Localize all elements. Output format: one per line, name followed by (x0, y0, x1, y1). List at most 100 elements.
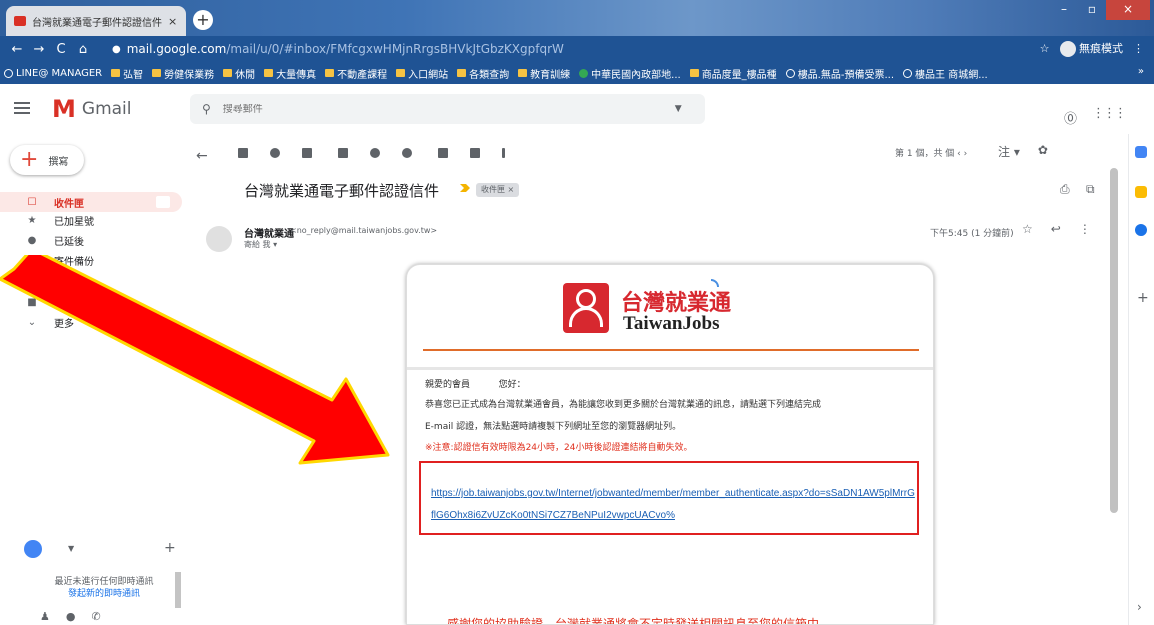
labels-icon[interactable] (469, 148, 480, 158)
sidebar-item[interactable]: ➤ 寄件備份 (0, 250, 94, 270)
bookmark-item[interactable]: 樓品.無品-預備受票... (785, 66, 895, 81)
more-actions-icon[interactable] (501, 148, 505, 158)
delete-icon[interactable] (301, 148, 312, 158)
thank-you-text: 感謝您的協助驗證，台灣就業通將會不定時發送相關訊息至您的信箱中。 (447, 617, 832, 625)
sidebar-item-label: 草稿 (54, 276, 74, 288)
bookmark-item[interactable]: 商品度量_樓品種 (689, 66, 777, 81)
hangouts-empty-message: 最近未進行任何即時通訊 發起新的即時通訊 (34, 576, 174, 600)
body-paragraph: 恭喜您已正式成為台灣就業通會員，為能讓您收到更多關於台灣就業通的訊息，請點選下列… (425, 400, 822, 410)
reload-button[interactable]: C (50, 42, 72, 57)
hangouts-icon[interactable]: ● (66, 610, 76, 623)
open-new-window-icon[interactable]: ⧉ (1086, 182, 1095, 197)
phone-icon[interactable]: ✆ (91, 610, 100, 623)
more-options-icon[interactable]: ⋮ (1079, 222, 1091, 236)
compose-button[interactable]: + 撰寫 (10, 145, 84, 175)
folder-icon (264, 69, 274, 77)
email-body: 台灣就業通 TaiwanJobs 親愛的會員 您好： 恭喜您已正式成為台灣就業通… (406, 264, 934, 625)
bookmarks-overflow-icon[interactable]: » (1138, 66, 1144, 77)
bookmark-item[interactable]: 樓品王 商城網... (903, 66, 988, 81)
hangouts-scrollbar[interactable] (175, 572, 181, 608)
minimize-button[interactable]: – (1050, 0, 1078, 20)
sidebar-item[interactable]: ■ Notes (0, 292, 83, 312)
snooze-icon[interactable] (369, 148, 380, 158)
forward-button[interactable]: → (28, 42, 50, 57)
message-toolbar: ← (196, 142, 1126, 164)
search-options-icon[interactable]: ▼ (675, 104, 682, 114)
message-scrollbar[interactable] (1110, 168, 1118, 513)
sidebar-item[interactable]: ☐ 收件匣 (0, 192, 182, 212)
tasks-icon[interactable] (1135, 224, 1147, 236)
tab-title: 台灣就業通電子郵件認證信件 - (32, 17, 162, 29)
gmail-logo[interactable]: M Gmail (52, 97, 132, 121)
bookmark-item[interactable]: 大量傳真 (264, 66, 316, 81)
back-to-inbox-icon[interactable]: ← (196, 148, 208, 164)
apps-grid-icon[interactable]: ⋮⋮⋮ (1092, 106, 1127, 121)
inbox-label-chip[interactable]: 收件匣 × (476, 183, 520, 197)
sidebar-item[interactable]: ⌄ 更多 (0, 312, 74, 332)
maximize-button[interactable]: ▫ (1078, 0, 1106, 20)
sidebar-item-label: Notes (54, 296, 83, 308)
avatar[interactable] (24, 540, 42, 558)
search-input[interactable] (222, 103, 663, 115)
bookmark-item[interactable]: 入口網站 (396, 66, 448, 81)
bookmark-item[interactable]: 不動產課程 (325, 66, 387, 81)
print-icon[interactable]: ⎙ (1060, 182, 1070, 197)
settings-gear-icon[interactable]: ✿ (1038, 143, 1048, 160)
pagination-info[interactable]: 第 1 個，共 個 ‹ › (895, 146, 967, 159)
calendar-icon[interactable] (1135, 146, 1147, 158)
verification-link[interactable]: https://job.taiwanjobs.gov.tw/Internet/j… (431, 483, 915, 527)
main-menu-icon[interactable] (14, 102, 30, 117)
clock-icon: ● (27, 234, 37, 246)
new-chat-icon[interactable]: + (164, 540, 176, 556)
sidebar-item[interactable]: ● 已延後 (0, 230, 84, 250)
compose-plus-icon: + (20, 147, 39, 172)
bookmark-item[interactable]: 教育訓練 (518, 66, 570, 81)
recipient-details[interactable]: 寄給 我 ▾ (244, 239, 277, 250)
report-spam-icon[interactable] (269, 148, 280, 158)
bookmark-star-icon[interactable]: ☆ (1040, 42, 1050, 55)
bookmark-item[interactable]: 弘智 (111, 66, 143, 81)
archive-icon[interactable] (237, 148, 248, 158)
url-host: mail.google.com (126, 42, 227, 56)
browser-menu-icon[interactable]: ⋮ (1133, 42, 1144, 55)
tab-close-icon[interactable]: × (168, 15, 177, 28)
close-window-button[interactable]: × (1106, 0, 1150, 20)
sidebar-item[interactable]: ■ 草稿 (0, 270, 74, 290)
reply-icon[interactable]: ↩ (1051, 222, 1061, 236)
expiry-notice: ※注意:認證信有效時限為24小時，24小時後認證連結將自動失效。 (425, 443, 693, 453)
search-box[interactable]: ⚲ ▼ (190, 94, 705, 124)
back-button[interactable]: ← (6, 42, 28, 57)
folder-icon (457, 69, 467, 77)
browser-tab[interactable]: 台灣就業通電子郵件認證信件 - × (6, 6, 186, 36)
brand-name-en: TaiwanJobs (623, 313, 720, 334)
url-bar[interactable]: ● mail.google.com /mail/u/0/#inbox/FMfcg… (112, 39, 1032, 59)
new-tab-button[interactable]: + (193, 10, 213, 30)
bookmark-item[interactable]: LINE@ MANAGER (4, 68, 102, 79)
incognito-profile[interactable]: 無痕模式 (1059, 40, 1123, 57)
home-button[interactable]: ⌂ (72, 42, 94, 57)
importance-marker-icon[interactable] (460, 184, 470, 192)
show-side-panel-icon[interactable]: › (1137, 600, 1142, 614)
lock-icon: ● (112, 43, 121, 55)
help-icon[interactable]: ⓪ (1064, 108, 1077, 127)
search-icon[interactable]: ⚲ (202, 102, 211, 116)
bookmark-item[interactable]: 勞健保業務 (152, 66, 214, 81)
move-to-icon[interactable] (437, 148, 448, 158)
input-tools-button[interactable]: 注 ▾ (998, 143, 1020, 160)
sidebar-item[interactable]: ★ 已加星號 (0, 210, 94, 230)
get-addons-icon[interactable]: + (1137, 290, 1149, 306)
status-chevron-icon[interactable]: ▼ (68, 544, 74, 553)
mark-unread-icon[interactable] (337, 148, 348, 158)
url-path: /mail/u/0/#inbox/FMfcgxwHMjnRrgsBHVkJtGb… (226, 42, 564, 56)
contacts-icon[interactable]: ♟ (40, 610, 50, 623)
bookmark-label: 樓品.無品-預備受票... (797, 69, 895, 81)
keep-icon[interactable] (1135, 186, 1147, 198)
star-icon[interactable]: ☆ (1022, 222, 1033, 236)
highlight-box: https://job.taiwanjobs.gov.tw/Internet/j… (419, 461, 919, 535)
gmail-favicon-icon (14, 16, 26, 26)
add-to-tasks-icon[interactable] (401, 148, 412, 158)
bookmark-item[interactable]: 休閒 (223, 66, 255, 81)
bookmark-item[interactable]: 各類查詢 (457, 66, 509, 81)
start-chat-link[interactable]: 發起新的即時通訊 (34, 588, 174, 600)
bookmark-item[interactable]: 中華民國內政部地... (579, 66, 681, 81)
